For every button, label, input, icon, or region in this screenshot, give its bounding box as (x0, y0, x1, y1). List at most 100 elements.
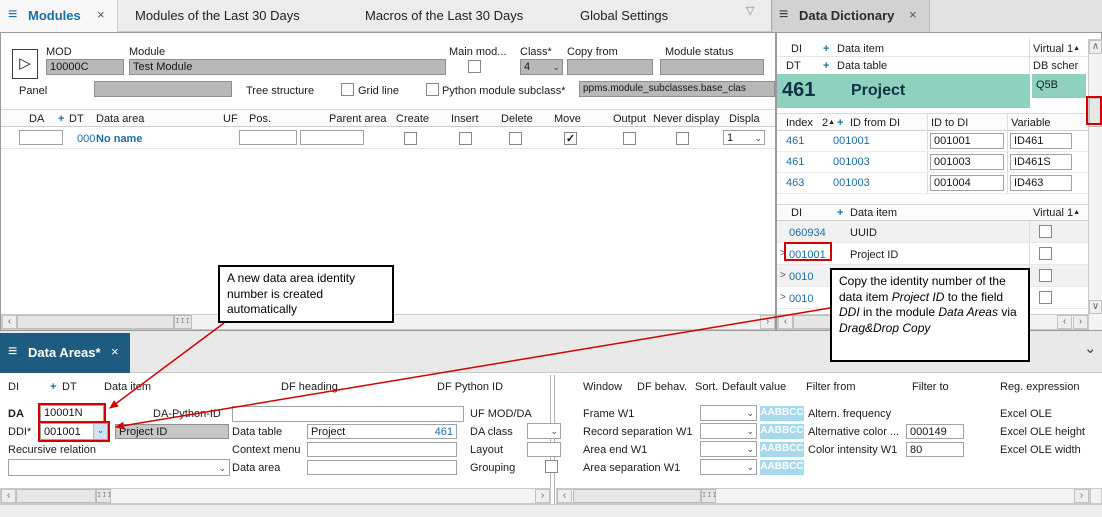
df-behav-select[interactable]: ⌄ (700, 423, 757, 439)
da-id-field[interactable] (19, 130, 63, 145)
col-filter-from[interactable]: Filter from (806, 381, 856, 393)
virtual-checkbox[interactable] (1039, 269, 1052, 282)
move-checkbox[interactable]: ✓ (564, 132, 577, 145)
python-subclass-field[interactable]: ppms.module_subclasses.base_clas (579, 81, 775, 97)
data-item-header-label[interactable]: Data item (837, 43, 884, 55)
link-variable-field[interactable]: ID463 (1010, 175, 1072, 191)
col-data-item[interactable]: Data item (104, 381, 151, 393)
col-delete[interactable]: Delete (501, 113, 533, 125)
col-create[interactable]: Create (396, 113, 429, 125)
scrollbar-thumb[interactable] (17, 315, 174, 329)
col-filter-to[interactable]: Filter to (912, 381, 949, 393)
scroll-left-icon[interactable]: ‹ (778, 315, 793, 329)
plus-button[interactable]: + (837, 207, 843, 219)
col-da[interactable]: DA (29, 113, 44, 125)
virtual-header-label[interactable]: Virtual 1▲ (1033, 43, 1080, 55)
link-id-to-field[interactable]: 001003 (930, 154, 1004, 170)
col-pos[interactable]: Pos. (249, 113, 271, 125)
col-df-heading[interactable]: DF heading (281, 381, 338, 393)
collapse-panel-icon[interactable]: ⌄ (1084, 339, 1097, 357)
row-data-area-name[interactable]: No name (96, 133, 142, 145)
ddi-select[interactable]: 001001 ⌄ (40, 423, 108, 440)
df-behav-select[interactable]: ⌄ (700, 441, 757, 457)
col-dt[interactable]: DT (69, 113, 84, 125)
scroll-left-icon[interactable]: ‹ (1, 489, 16, 503)
scrollbar-thumb[interactable] (573, 489, 701, 503)
col-never-display[interactable]: Never display (653, 113, 720, 125)
virtual-checkbox[interactable] (1039, 247, 1052, 260)
menu-icon[interactable]: ≡ (8, 343, 17, 361)
insert-checkbox[interactable] (459, 132, 472, 145)
scroll-right-icon[interactable]: › (760, 315, 775, 329)
link-variable-field[interactable]: ID461 (1010, 133, 1072, 149)
create-checkbox[interactable] (404, 132, 417, 145)
plus-button[interactable]: + (837, 117, 843, 129)
col-default-value[interactable]: Default value (722, 381, 786, 393)
plus-button[interactable]: + (823, 60, 829, 72)
col-sort[interactable]: Sort. (695, 381, 718, 393)
db-schema-header-label[interactable]: DB scher (1033, 60, 1078, 72)
col-variable[interactable]: Variable (1011, 117, 1051, 129)
copy-from-field[interactable] (567, 59, 653, 75)
close-icon[interactable]: × (111, 344, 119, 359)
menu-icon[interactable]: ≡ (8, 6, 17, 24)
col-df-python-id[interactable]: DF Python ID (437, 381, 503, 393)
output-checkbox[interactable] (623, 132, 636, 145)
parent-area-field[interactable] (300, 130, 364, 145)
mod-field[interactable]: 10000C (46, 59, 124, 75)
link-variable-field[interactable]: ID461S (1010, 154, 1072, 170)
menu-icon[interactable]: ≡ (779, 6, 788, 24)
module-name-field[interactable]: Test Module (129, 59, 446, 75)
col-dt[interactable]: DT (62, 381, 77, 393)
displa-select[interactable]: 1 ⌄ (723, 130, 765, 145)
run-module-button[interactable]: ▷ (12, 49, 38, 79)
di-header-label[interactable]: DI (791, 43, 802, 55)
link-id-to-field[interactable]: 001001 (930, 133, 1004, 149)
data-area-field[interactable] (307, 460, 457, 475)
col-move[interactable]: Move (554, 113, 581, 125)
scroll-left-icon[interactable]: ‹ (2, 315, 17, 329)
link-id-to-field[interactable]: 001004 (930, 175, 1004, 191)
col-df-behav[interactable]: DF behav. (637, 381, 687, 393)
scroll-right-icon[interactable]: › (1074, 489, 1089, 503)
data-item-header-label[interactable]: Data item (850, 207, 897, 219)
col-output[interactable]: Output (613, 113, 646, 125)
pane-splitter[interactable] (550, 375, 555, 504)
di-header-label[interactable]: DI (791, 207, 802, 219)
col-displa[interactable]: Displa (729, 113, 760, 125)
scroll-left-icon[interactable]: ‹ (1057, 315, 1072, 329)
areas-right-hscrollbar[interactable]: ‹ III › (556, 488, 1090, 504)
layout-field[interactable] (527, 442, 561, 457)
scroll-left-icon[interactable]: ‹ (557, 489, 572, 503)
ddi-dropdown-button[interactable]: ⌄ (93, 424, 107, 439)
data-table-field[interactable]: Project 461 (307, 424, 457, 439)
tab-modules-30-days[interactable]: Modules of the Last 30 Days (135, 8, 300, 23)
col-insert[interactable]: Insert (451, 113, 479, 125)
da-id-field[interactable]: 10001N (40, 405, 104, 422)
scroll-right-icon[interactable]: › (1073, 315, 1088, 329)
col-id-to-di[interactable]: ID to DI (931, 117, 968, 129)
delete-checkbox[interactable] (509, 132, 522, 145)
scrollbar-thumb[interactable] (16, 489, 96, 503)
scrollbar-grip[interactable]: III (701, 489, 716, 503)
expand-icon[interactable]: > (780, 292, 786, 303)
default-value-swatch[interactable]: AABBCC (760, 406, 804, 421)
tab-data-areas[interactable]: ≡ Data Areas* × (0, 333, 130, 373)
selected-data-table-row[interactable]: 461 Project (777, 74, 1030, 108)
scrollbar-grip[interactable]: III (174, 315, 192, 329)
scroll-down-icon[interactable]: ∨ (1089, 300, 1102, 314)
scroll-right-icon[interactable]: › (535, 489, 550, 503)
module-status-field[interactable] (660, 59, 764, 75)
class-select[interactable]: 4 ⌄ (520, 59, 563, 75)
default-value-swatch[interactable]: AABBCC (760, 442, 804, 457)
areas-left-hscrollbar[interactable]: ‹ III › (0, 488, 551, 504)
tab-data-dictionary[interactable]: ≡ Data Dictionary × (772, 0, 930, 32)
recursive-relation-select[interactable]: ⌄ (8, 459, 230, 476)
dictionary-vscrollbar[interactable]: ∧ ∨ (1088, 39, 1102, 331)
main-module-checkbox[interactable] (468, 60, 481, 73)
data-item-row[interactable]: 060934 UUID (777, 221, 1088, 243)
df-behav-select[interactable]: ⌄ (700, 459, 757, 475)
da-python-id-field[interactable] (232, 406, 464, 422)
close-icon[interactable]: × (909, 7, 917, 22)
dt-header-label[interactable]: DT (786, 60, 801, 72)
